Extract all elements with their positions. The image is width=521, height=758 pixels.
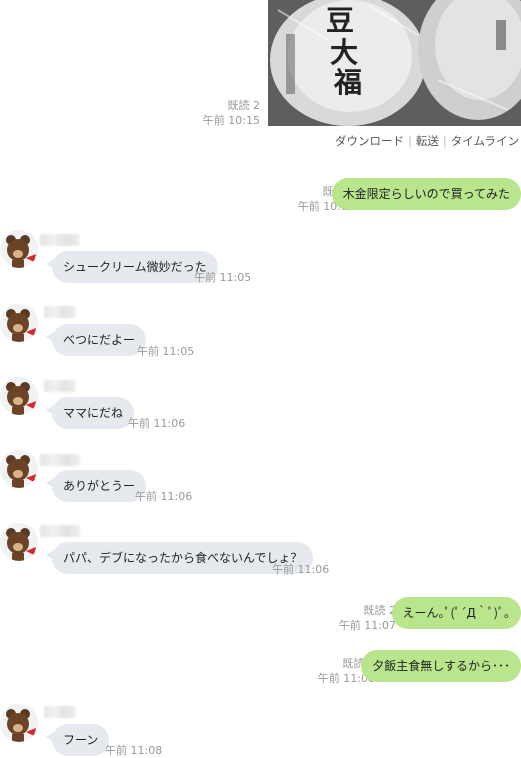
bear-avatar-icon <box>0 377 38 415</box>
incoming-message-bubble[interactable]: べつにだよー <box>52 324 146 356</box>
sender-name <box>44 306 76 318</box>
timestamp: 午前 11:06 <box>128 415 185 431</box>
incoming-message-bubble[interactable]: ありがとうー <box>52 470 146 502</box>
read-receipt: 既読 2 <box>339 603 396 618</box>
bear-avatar-icon <box>0 704 38 742</box>
avatar[interactable] <box>0 230 38 268</box>
avatar[interactable] <box>0 704 38 742</box>
photo-char-3: 福 <box>333 66 362 99</box>
avatar[interactable] <box>0 523 38 561</box>
outgoing-message-bubble[interactable]: えーん｡ﾟ(ﾟ´Д｀ﾟ)ﾟ｡ <box>392 597 521 629</box>
avatar[interactable] <box>0 377 38 415</box>
download-link[interactable]: ダウンロード <box>335 134 404 148</box>
incoming-message-bubble[interactable]: シュークリーム微妙だった <box>52 251 218 283</box>
timestamp: 午前 11:06 <box>135 488 192 504</box>
outgoing-message-bubble[interactable]: 夕飯主食無しするから･･･ <box>361 650 521 682</box>
outgoing-message-bubble[interactable]: 木金限定らしいので買ってみた <box>332 178 521 210</box>
forward-link[interactable]: 転送 <box>416 134 439 148</box>
bear-avatar-icon <box>0 230 38 268</box>
incoming-message-bubble[interactable]: ママにだね <box>52 397 134 429</box>
timestamp: 午前 11:06 <box>272 561 329 577</box>
timestamp: 午前 11:05 <box>194 269 251 285</box>
avatar[interactable] <box>0 450 38 488</box>
timestamp: 午前 10:15 <box>203 113 260 128</box>
sender-name <box>40 234 80 246</box>
timestamp: 午前 11:05 <box>137 343 194 359</box>
photo-char-2: 大 <box>330 36 358 69</box>
photo-actions: ダウンロード|転送|タイムライン|Ke <box>335 133 521 149</box>
photo-char-1: 豆 <box>326 4 354 37</box>
timestamp: 午前 11:07 <box>339 618 396 633</box>
bear-avatar-icon <box>0 450 38 488</box>
timeline-link[interactable]: タイムライン <box>451 134 519 148</box>
sender-name <box>40 454 80 466</box>
timestamp: 午前 11:08 <box>105 742 162 758</box>
sender-name <box>44 380 76 392</box>
message-meta: 既読 2 午前 11:07 <box>339 603 396 633</box>
sender-name <box>44 706 76 718</box>
avatar[interactable] <box>0 304 38 342</box>
photo-meta: 既読 2 午前 10:15 <box>203 98 260 128</box>
photo-message-image[interactable]: 豆 大 福 <box>268 0 521 126</box>
mame-daifuku-photo: 豆 大 福 <box>268 0 521 126</box>
read-receipt: 既読 2 <box>203 98 260 113</box>
incoming-message-bubble[interactable]: フーン <box>52 724 109 756</box>
sender-name <box>40 525 80 537</box>
bear-avatar-icon <box>0 523 38 561</box>
bear-avatar-icon <box>0 304 38 342</box>
